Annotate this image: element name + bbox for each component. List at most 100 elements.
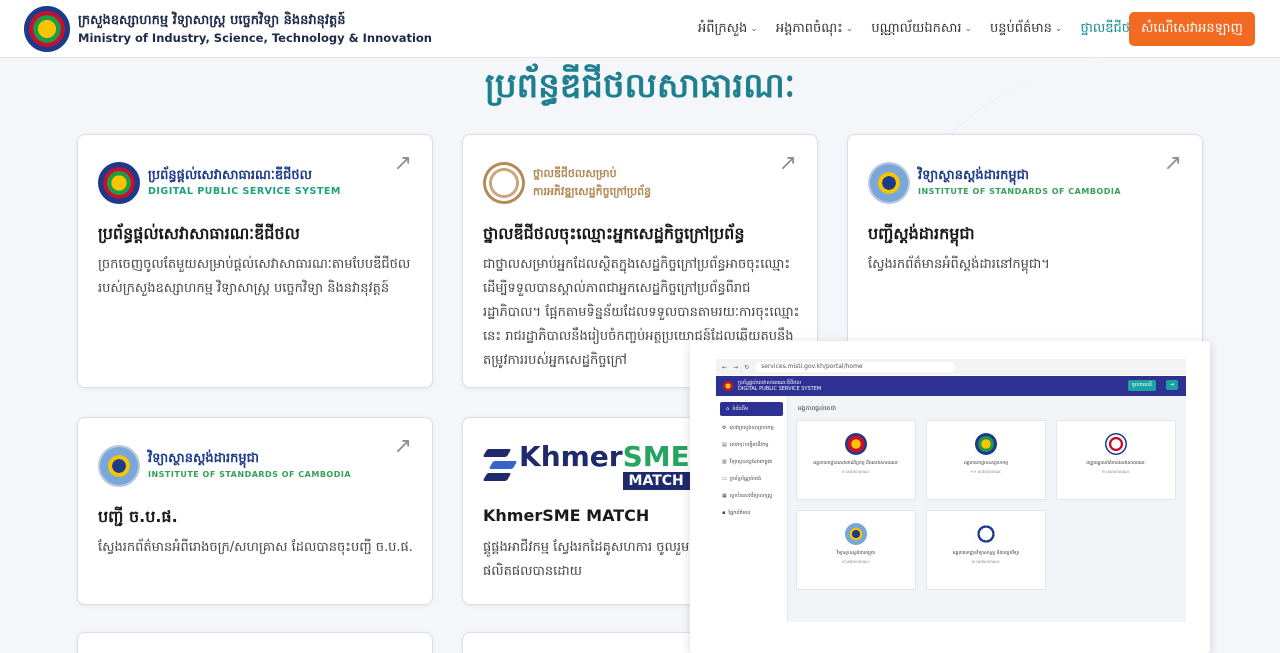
card-digital-public-service[interactable]: ↗ ប្រព័ន្ធផ្តល់សេវាសាធារណៈឌីជីថល DIGITAL… [77, 134, 433, 388]
portal-sidebar-label: ទំព័រដើម [732, 406, 749, 412]
isc-seal-icon [868, 162, 910, 204]
browser-url: services.misti.gov.kh/portal/home [755, 362, 956, 372]
portal-sidebar-item: ▤ សេវាចុះបញ្ជីអាជីវកម្ម [716, 441, 787, 450]
portal-brand-en: DIGITAL PUBLIC SERVICE SYSTEM [738, 386, 822, 392]
portal-unit-card: អគ្គនាយកដ្ឋានឧស្សាហកម្ម ១១ សេវាសាធារណៈ [926, 420, 1046, 500]
nav-about[interactable]: អំពីក្រសួង ⌄ [698, 20, 758, 39]
nav-units[interactable]: អង្គភាពចំណុះ ⌄ [776, 20, 854, 39]
chevron-down-icon: ⌄ [964, 24, 973, 34]
card-description: ស្វែងរកព័ត៌មានអំពីស្តង់ដារនៅកម្ពុជា។ [868, 257, 1050, 272]
portal-sidebar-label: ស្ថាប័នសេវាវិទ្យាសាស្ត្រ [729, 493, 773, 499]
browser-toolbar: ← → ↻ services.misti.gov.kh/portal/home [716, 359, 1186, 375]
nav-about-label: អំពីក្រសួង [698, 20, 748, 36]
ministry-logo-icon[interactable] [24, 5, 70, 52]
main-nav: អំពីក្រសួង ⌄ អង្គភាពចំណុះ ⌄ បណ្ណាល័យឯកសារ ⌄… [698, 0, 1153, 58]
portal-sidebar-item: ▪ ផ្នែកព័ត៌មាន [716, 509, 787, 518]
logo-khmer-text: ប្រព័ន្ធផ្តល់សេវាសាធារណៈឌីជីថល [148, 168, 312, 183]
unit-seal-icon [845, 523, 867, 545]
external-link-arrow-icon[interactable]: ↗ [779, 151, 797, 176]
browser-forward-icon: → [733, 363, 739, 371]
logo-english-text: INSTITUTE OF STANDARDS OF CAMBODIA [918, 187, 1122, 196]
online-service-request-button[interactable]: សំណើសេវាអនឡាញ [1129, 12, 1255, 46]
card-description: ច្រកចេញចូលតែមួយសម្រាប់ផ្តល់សេវាសាធារណៈតា… [98, 257, 411, 296]
brand-english: Ministry of Industry, Science, Technolog… [78, 30, 432, 45]
portal-unit-label: មជ្ឈមណ្ឌលព័ត៌មានសេវាសាធារណៈ [1086, 461, 1146, 466]
card-title: ថ្នាលឌីជីថលចុះឈ្មោះអ្នកសេដ្ឋកិច្ចក្រៅប្រ… [483, 224, 745, 243]
portal-unit-label: អគ្គនាយកដ្ឋានសេវាពាណិជ្ជកម្ម និងសេវាសាធា… [813, 461, 899, 466]
logo-khmer-text-2: ការអភិវឌ្ឍសេដ្ឋកិច្ចក្រៅប្រព័ន្ធ [533, 185, 652, 198]
portal-sidebar-item: ▥ វិទ្យាស្ថានស្តង់ដារកម្ពុជា [716, 458, 787, 467]
card-title: បញ្ជីស្តង់ដារកម្ពុជា [868, 224, 975, 243]
chevron-down-icon: ⌄ [845, 24, 854, 34]
portal-sidebar-item: ▭ ប្រព័ន្ធប័ណ្ណប៉ាតង់ [716, 475, 787, 484]
home-icon: ⌂ [726, 406, 730, 412]
card-cbf-registry[interactable]: ↗ វិទ្យាស្ថានស្តង់ដារកម្ពុជា INSTITUTE O… [77, 417, 433, 605]
unit-seal-icon [1105, 433, 1127, 455]
portal-sidebar-label: សេវាចុះបញ្ជីអាជីវកម្ម [729, 442, 769, 448]
portal-unit-count: ៣ សេវាសាធារណៈ [971, 559, 1001, 564]
digital-service-seal-icon [98, 162, 140, 204]
portal-unit-card: វិទ្យាស្ថានស្តង់ដារកម្ពុជា ៨ សេវាសាធារណៈ [796, 510, 916, 590]
card-partial[interactable] [77, 632, 433, 653]
portal-sidebar-label: ផ្នែកព័ត៌មាន [728, 510, 751, 516]
portal-unit-label: វិទ្យាស្ថានស្តង់ដារកម្ពុជា [836, 551, 876, 556]
folder-icon: ▦ [722, 493, 727, 499]
page-title: ប្រព័ន្ធឌីជីថលសាធារណៈ [484, 66, 796, 106]
brand[interactable]: ក្រសួងឧស្សាហកម្ម វិទ្យាសាស្ត្រ បច្ចេកវិទ… [78, 12, 432, 46]
browser-reload-icon: ↻ [744, 363, 750, 371]
portal-login-button: ចូលគណនី [1127, 380, 1156, 391]
nav-library[interactable]: បណ្ណាល័យឯកសារ ⌄ [871, 20, 972, 39]
portal-unit-card: អគ្គនាយកដ្ឋានវិទ្យាសាស្ត្រ និងបច្ចេកវិទ្… [926, 510, 1046, 590]
browser-back-icon: ← [722, 363, 728, 371]
card-logo: វិទ្យាស្ថានស្តង់ដារកម្ពុជា INSTITUTE OF … [98, 444, 351, 488]
portal-unit-label: អគ្គនាយកដ្ឋានឧស្សាហកម្ម [963, 461, 1009, 466]
brand-khmer: ក្រសួងឧស្សាហកម្ម វិទ្យាសាស្ត្រ បច្ចេកវិទ… [78, 12, 346, 28]
unit-seal-icon [845, 433, 867, 455]
card-title: បញ្ជី ច.ប.ផ. [98, 507, 178, 526]
portal-sidebar-item: ▦ ស្ថាប័នសេវាវិទ្យាសាស្ត្រ [716, 492, 787, 501]
khmersme-logo: KhmerSME MATCH [482, 440, 690, 490]
nav-library-label: បណ្ណាល័យឯកសារ [871, 20, 962, 36]
portal-logout-icon: ⇥ [1165, 380, 1178, 390]
khmersme-mark-icon [482, 445, 518, 487]
portal-sidebar-label: វិទ្យាស្ថានស្តង់ដារកម្ពុជា [729, 459, 773, 465]
card-logo: វិទ្យាស្ថានស្តង់ដារកម្ពុជា INSTITUTE OF … [868, 161, 1121, 205]
khmersme-logo-sme: SME [622, 440, 690, 473]
logo-khmer-text: វិទ្យាស្ថានស្តង់ដារកម្ពុជា [148, 451, 259, 466]
card-title: KhmerSME MATCH [483, 506, 650, 525]
portal-heading: អង្គភាពផ្តល់សេវា [798, 405, 837, 412]
portal-sidebar-item: ⚙ សេវាក្រសួងឧស្សាហកម្ម [716, 424, 787, 433]
logo-english-text: DIGITAL PUBLIC SERVICE SYSTEM [148, 186, 341, 197]
external-link-arrow-icon[interactable]: ↗ [394, 151, 412, 176]
card-icon: ▭ [722, 476, 727, 482]
site-header: ក្រសួងឧស្សាហកម្ម វិទ្យាសាស្ត្រ បច្ចេកវិទ… [0, 0, 1280, 58]
tools-icon: ⚙ [722, 425, 727, 431]
portal-unit-card: មជ្ឈមណ្ឌលព័ត៌មានសេវាសាធារណៈ ២ សេវាសាធារណ… [1056, 420, 1176, 500]
card-logo: ថ្នាលឌីជីថលសម្រាប់ ការអភិវឌ្ឍសេដ្ឋកិច្ចក… [483, 161, 651, 205]
document-icon: ▤ [722, 442, 727, 448]
portal-main: អង្គភាពផ្តល់សេវា អគ្គនាយកដ្ឋានសេវាពាណិជ្… [788, 396, 1186, 622]
logo-khmer-text: វិទ្យាស្ថានស្តង់ដារកម្ពុជា [918, 168, 1029, 183]
logo-english-text: INSTITUTE OF STANDARDS OF CAMBODIA [148, 470, 352, 479]
portal-sidebar-label: ប្រព័ន្ធប័ណ្ណប៉ាតង់ [729, 476, 762, 482]
portal-unit-label: អគ្គនាយកដ្ឋានវិទ្យាសាស្ត្រ និងបច្ចេកវិទ្… [952, 551, 1020, 556]
portal-screenshot-overlay: ← → ↻ services.misti.gov.kh/portal/home … [690, 341, 1210, 653]
portal-sidebar: ⌂ ទំព័រដើម ⚙ សេវាក្រសួងឧស្សាហកម្ម ▤ សេវាចុះ… [716, 396, 788, 622]
portal-unit-count: ៨ សេវាសាធារណៈ [842, 559, 870, 564]
portal-unit-card: អគ្គនាយកដ្ឋានសេវាពាណិជ្ជកម្ម និងសេវាសាធា… [796, 420, 916, 500]
portal-sidebar-item: ⌂ ទំព័រដើម [720, 402, 783, 416]
chat-icon: ▪ [722, 510, 726, 516]
external-link-arrow-icon[interactable]: ↗ [1164, 151, 1182, 176]
card-description: ស្វែងរកព័ត៌មានអំពីរោងចក្រ/សហគ្រាស ដែលបាន… [98, 540, 413, 555]
portal-logo-icon [722, 380, 734, 392]
khmersme-logo-match: MATCH [622, 472, 690, 490]
unit-seal-icon [975, 433, 997, 455]
informal-economy-seal-icon [483, 162, 525, 204]
isc-seal-icon [98, 445, 140, 487]
portal-unit-count: ៥ សេវាសាធារណៈ [842, 469, 870, 474]
portal-unit-count: ២ សេវាសាធារណៈ [1101, 469, 1131, 474]
logo-khmer-text: ថ្នាលឌីជីថលសម្រាប់ [533, 167, 617, 180]
external-link-arrow-icon[interactable]: ↗ [394, 434, 412, 459]
portal-header: ប្រព័ន្ធផ្តល់សេវាសាធារណៈឌីជីថល DIGITAL P… [716, 376, 1186, 396]
nav-newsroom[interactable]: បន្ទប់ព័ត៌មាន ⌄ [990, 20, 1062, 39]
